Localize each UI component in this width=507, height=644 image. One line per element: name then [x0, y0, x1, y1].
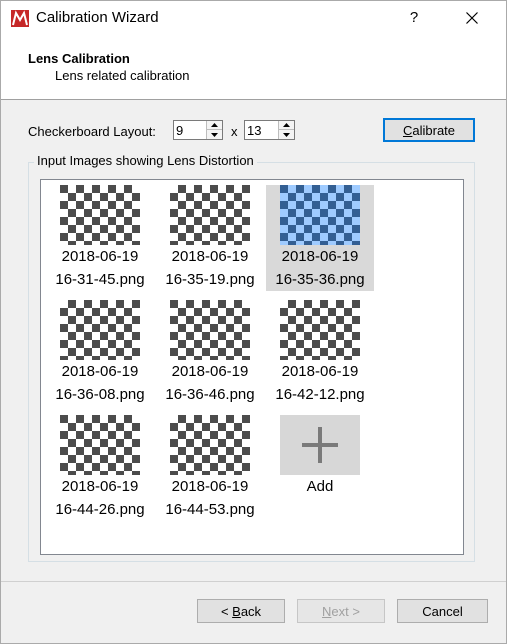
checkerboard-thumbnail — [60, 185, 140, 249]
image-date: 2018-06-19 — [171, 478, 249, 495]
checkerboard-thumbnail — [170, 415, 250, 479]
calibrate-label: alibrate — [412, 122, 456, 138]
add-image-button[interactable] — [280, 415, 360, 475]
help-button[interactable]: ? — [399, 3, 429, 33]
checkerboard-thumbnail — [170, 185, 250, 249]
cols-spin-down-button[interactable] — [207, 130, 222, 139]
cancel-button[interactable]: Cancel — [397, 599, 488, 623]
app-logo-icon — [11, 10, 29, 27]
checkerboard-thumbnail — [280, 185, 360, 249]
image-item[interactable]: 2018-06-19 16-36-08.png — [46, 300, 154, 406]
image-item[interactable]: 2018-06-19 16-44-53.png — [156, 415, 264, 521]
image-thumbnail — [280, 300, 360, 364]
image-date: 2018-06-19 — [281, 363, 359, 380]
calibration-wizard-window: Calibration Wizard ? Lens Calibration Le… — [0, 0, 507, 644]
next-mnemonic: N — [322, 603, 332, 619]
footer-separator — [1, 581, 506, 582]
page-title: Lens Calibration — [28, 51, 130, 66]
arrow-up-icon — [283, 123, 290, 127]
arrow-down-icon — [211, 132, 218, 137]
image-thumbnail — [170, 185, 250, 249]
image-thumbnail — [280, 185, 360, 249]
next-arrow: > — [352, 603, 360, 619]
checkerboard-layout-label: Checkerboard Layout: — [28, 124, 156, 139]
image-filename: 16-35-19.png — [165, 271, 255, 288]
image-list[interactable]: 2018-06-19 16-31-45.png 2018-06-19 16-35-19… — [40, 179, 464, 555]
title-bar[interactable]: Calibration Wizard ? — [1, 1, 506, 35]
image-item[interactable]: 2018-06-19 16-42-12.png — [266, 300, 374, 406]
checkerboard-thumbnail — [280, 300, 360, 364]
image-item-selected[interactable]: 2018-06-19 16-35-36.png — [266, 185, 374, 291]
image-filename: 16-44-26.png — [55, 501, 145, 518]
layout-separator: x — [231, 124, 238, 139]
next-label: ext — [331, 603, 349, 619]
image-date: 2018-06-19 — [171, 363, 249, 380]
image-filename: 16-31-45.png — [55, 271, 145, 288]
image-date: 2018-06-19 — [281, 248, 359, 265]
checkerboard-cols-spinner[interactable] — [173, 120, 223, 140]
wizard-header: Lens Calibration Lens related calibratio… — [1, 35, 506, 100]
image-item[interactable]: 2018-06-19 16-44-26.png — [46, 415, 154, 521]
add-image-tile[interactable]: Add — [266, 415, 374, 498]
image-date: 2018-06-19 — [61, 248, 139, 265]
plus-icon — [302, 427, 338, 463]
checkerboard-thumbnail — [60, 415, 140, 479]
image-filename: 16-42-12.png — [275, 386, 365, 403]
checkerboard-rows-input[interactable] — [245, 121, 277, 139]
arrow-down-icon — [283, 132, 290, 137]
image-date: 2018-06-19 — [61, 478, 139, 495]
checkerboard-thumbnail — [170, 300, 250, 364]
image-filename: 16-36-46.png — [165, 386, 255, 403]
image-date: 2018-06-19 — [171, 248, 249, 265]
image-thumbnail — [60, 185, 140, 249]
window-title: Calibration Wizard — [36, 9, 159, 26]
image-thumbnail — [60, 300, 140, 364]
image-thumbnail — [170, 415, 250, 479]
close-icon — [466, 12, 478, 24]
arrow-up-icon — [211, 123, 218, 127]
image-item[interactable]: 2018-06-19 16-35-19.png — [156, 185, 264, 291]
image-item[interactable]: 2018-06-19 16-31-45.png — [46, 185, 154, 291]
checkerboard-thumbnail — [60, 300, 140, 364]
image-date: 2018-06-19 — [61, 363, 139, 380]
back-arrow: < — [220, 603, 229, 619]
back-button[interactable]: < Back — [197, 599, 285, 623]
rows-spin-up-button[interactable] — [279, 121, 294, 130]
cols-spin-up-button[interactable] — [207, 121, 222, 130]
back-label: ack — [240, 603, 262, 619]
input-images-group-label: Input Images showing Lens Distortion — [34, 153, 257, 168]
next-button[interactable]: Next > — [297, 599, 385, 623]
checkerboard-cols-input[interactable] — [174, 121, 206, 139]
close-button[interactable] — [457, 3, 487, 33]
image-filename: 16-44-53.png — [165, 501, 255, 518]
image-item[interactable]: 2018-06-19 16-36-46.png — [156, 300, 264, 406]
checkerboard-rows-spinner[interactable] — [244, 120, 295, 140]
image-thumbnail — [170, 300, 250, 364]
calibrate-mnemonic: C — [402, 122, 413, 138]
image-filename: 16-35-36.png — [275, 271, 365, 288]
rows-spin-down-button[interactable] — [279, 130, 294, 139]
page-subtitle: Lens related calibration — [55, 68, 190, 83]
image-filename: 16-36-08.png — [55, 386, 145, 403]
calibrate-button[interactable]: Calibrate — [383, 118, 475, 142]
image-thumbnail — [60, 415, 140, 479]
back-mnemonic: B — [232, 603, 241, 619]
add-image-label: Add — [306, 478, 334, 495]
